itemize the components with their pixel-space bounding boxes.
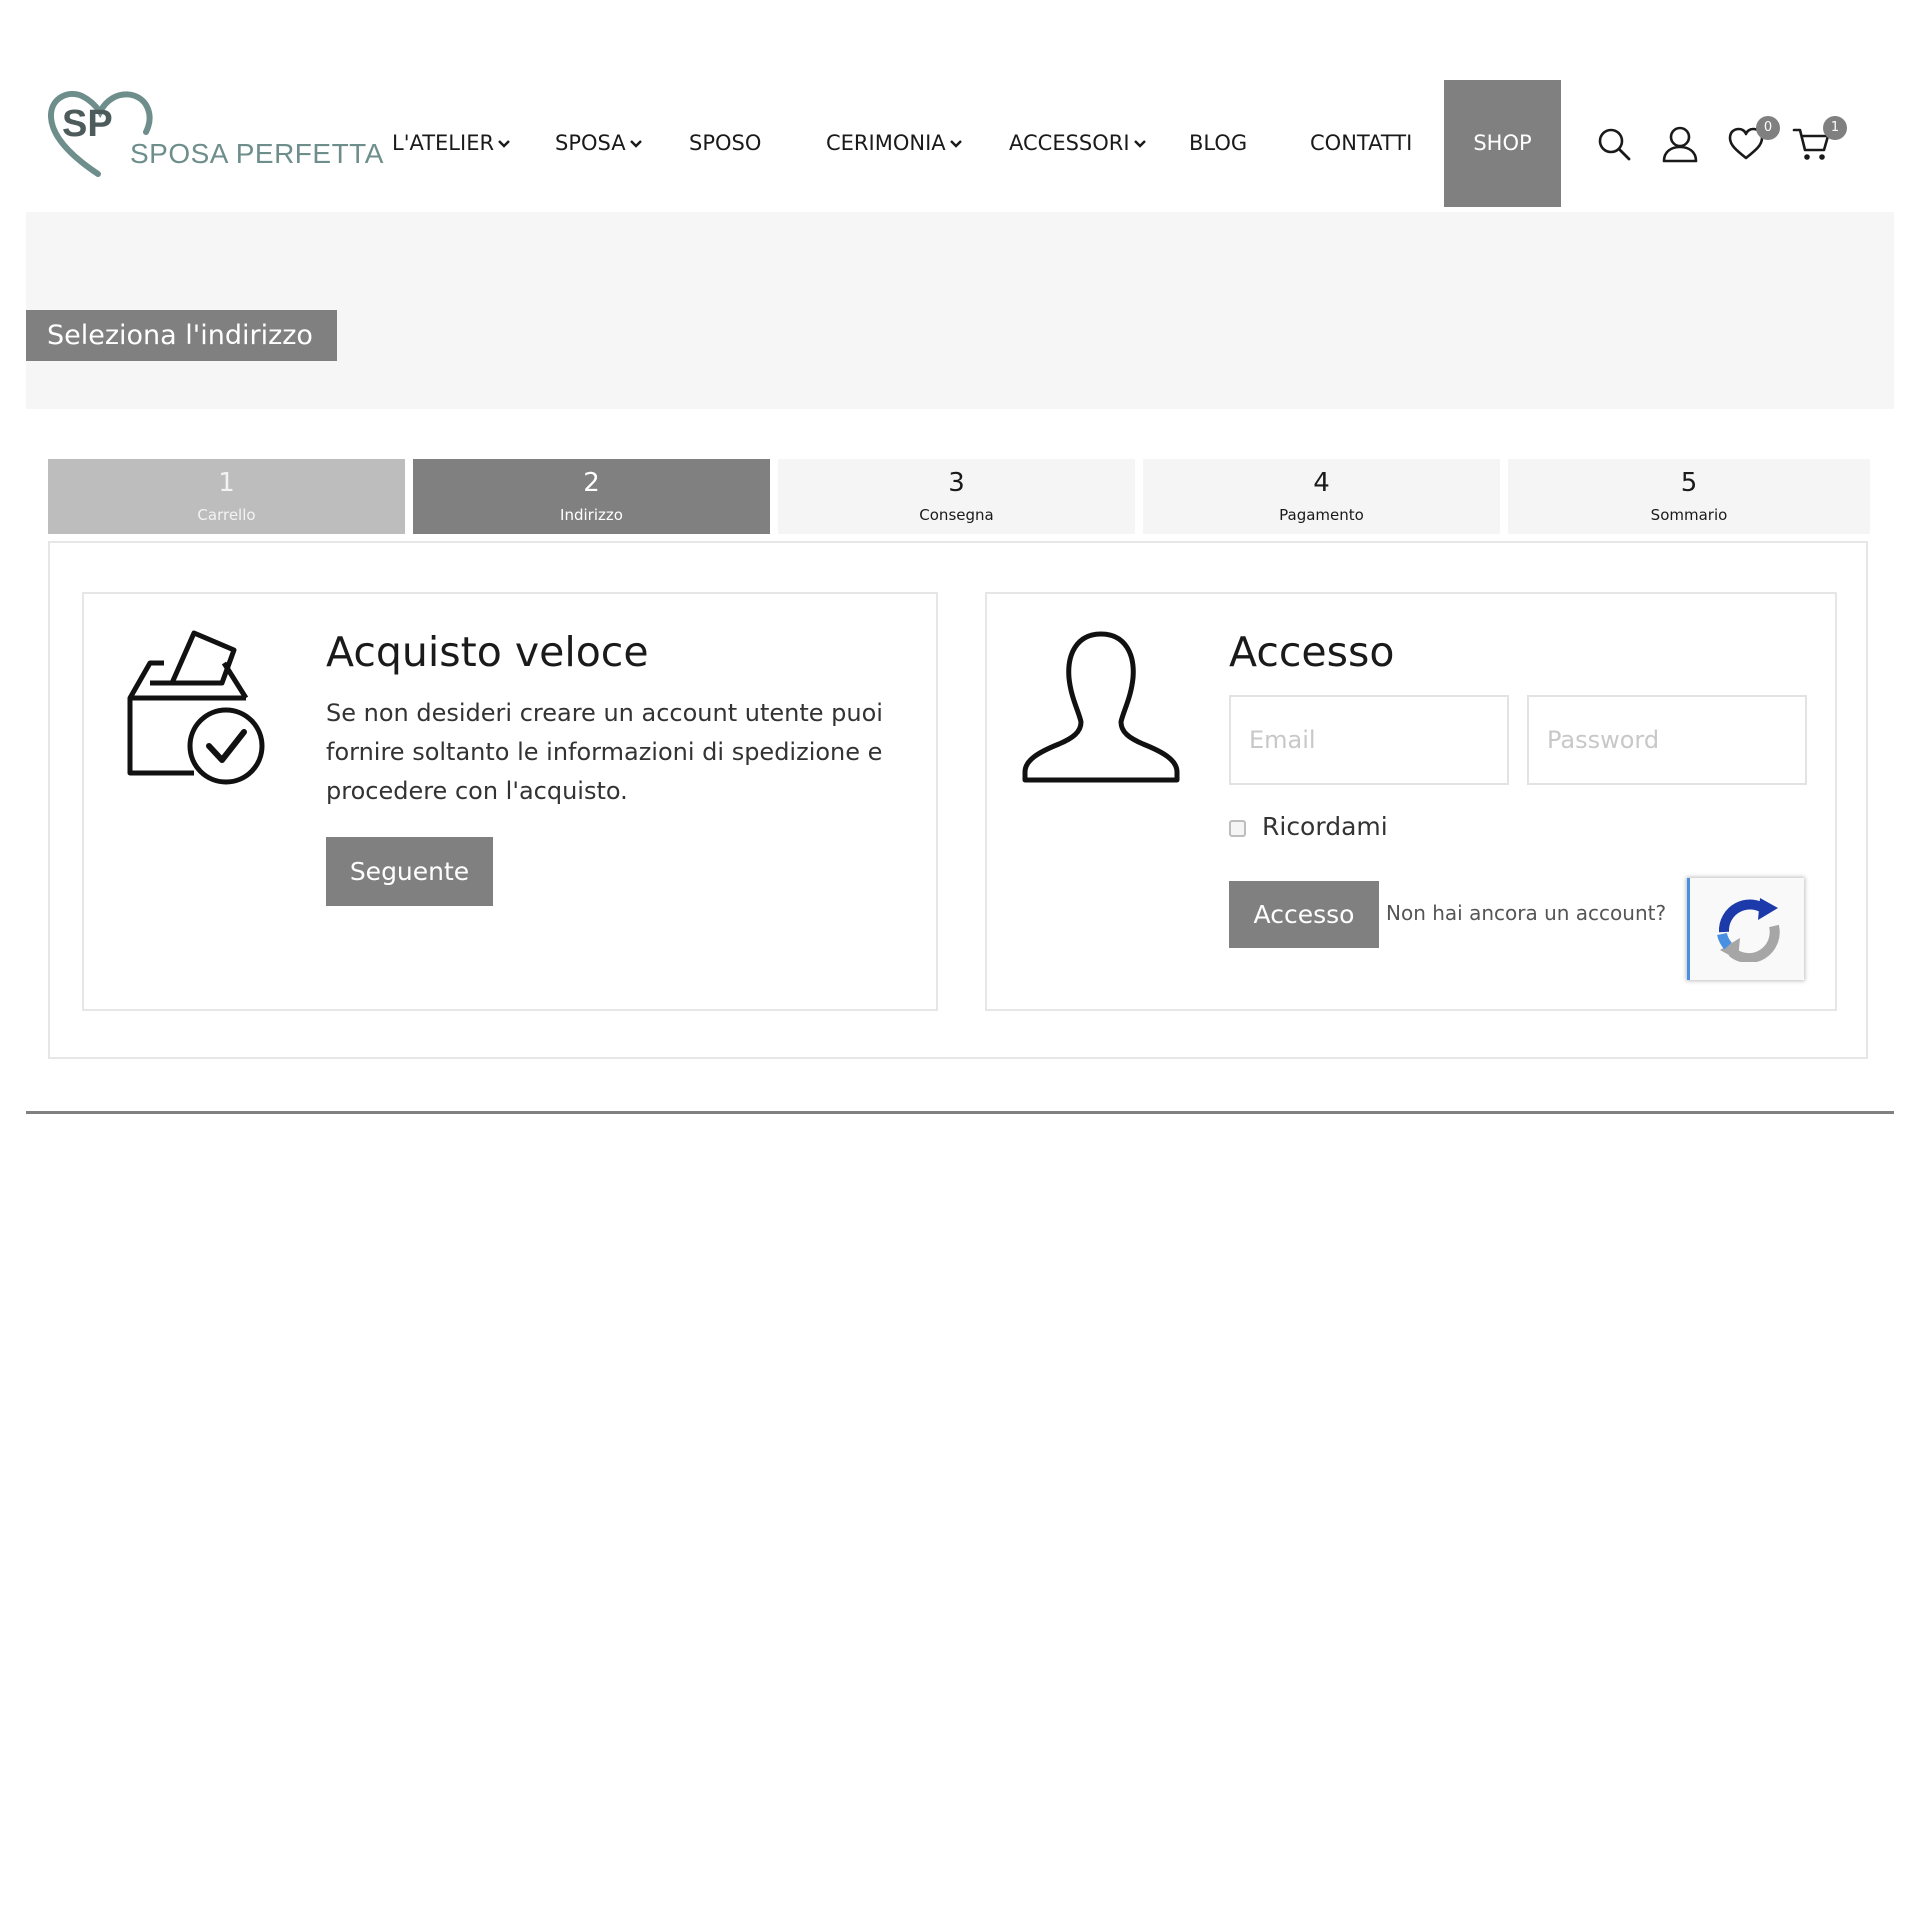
signup-link[interactable]: Non hai ancora un account? bbox=[1386, 901, 1666, 925]
footer-divider bbox=[26, 1111, 1894, 1114]
nav-item-label: SHOP bbox=[1473, 131, 1532, 155]
step-pagamento: 4 Pagamento bbox=[1143, 459, 1500, 534]
nav-item-shop[interactable]: SHOP bbox=[1444, 80, 1561, 207]
site-logo[interactable]: SP SPOSA PERFETTA bbox=[48, 90, 383, 190]
search-icon bbox=[1598, 128, 1631, 161]
step-label: Consegna bbox=[919, 506, 994, 524]
login-button[interactable]: Accesso bbox=[1229, 881, 1379, 948]
step-label: Pagamento bbox=[1279, 506, 1364, 524]
step-number: 1 bbox=[218, 468, 235, 498]
checkout-steps: 1 Carrello 2 Indirizzo 3 Consegna 4 Paga… bbox=[48, 459, 1870, 534]
recaptcha-icon bbox=[1717, 898, 1780, 962]
step-sommario: 5 Sommario bbox=[1508, 459, 1870, 534]
remember-label[interactable]: Ricordami bbox=[1262, 812, 1388, 841]
step-label: Sommario bbox=[1650, 506, 1728, 524]
wishlist-count-badge: 0 bbox=[1756, 116, 1780, 140]
login-card: Accesso Ricordami Accesso Non hai ancora… bbox=[985, 592, 1837, 1011]
nav-item-sposa[interactable]: SPOSA bbox=[555, 80, 643, 207]
quick-buy-description: Se non desideri creare un account utente… bbox=[326, 699, 883, 805]
quick-buy-card: Acquisto veloce Se non desideri creare u… bbox=[82, 592, 938, 1011]
search-button[interactable] bbox=[1594, 124, 1634, 164]
quick-buy-title: Acquisto veloce bbox=[326, 628, 649, 676]
page-title: Seleziona l'indirizzo bbox=[26, 310, 337, 361]
user-icon bbox=[1662, 126, 1698, 163]
step-indirizzo: 2 Indirizzo bbox=[413, 459, 770, 534]
chevron-down-icon bbox=[949, 140, 962, 148]
nav-item-sposo[interactable]: SPOSO bbox=[689, 80, 761, 207]
step-number: 3 bbox=[948, 468, 965, 498]
step-carrello[interactable]: 1 Carrello bbox=[48, 459, 405, 534]
chevron-down-icon bbox=[1133, 140, 1146, 148]
logo-text: SPOSA PERFETTA bbox=[130, 138, 384, 169]
person-silhouette-icon bbox=[1022, 631, 1180, 783]
step-number: 5 bbox=[1680, 468, 1698, 498]
cart-button[interactable]: 1 bbox=[1792, 116, 1847, 164]
seguente-button[interactable]: Seguente bbox=[326, 837, 493, 906]
email-field[interactable] bbox=[1229, 695, 1509, 785]
nav-item-label: L'ATELIER bbox=[392, 131, 495, 155]
nav-item-cerimonia[interactable]: CERIMONIA bbox=[826, 80, 963, 207]
ballot-box-check-icon bbox=[127, 630, 265, 785]
nav-item-label: SPOSO bbox=[689, 131, 762, 155]
svg-text:SP: SP bbox=[62, 103, 113, 145]
nav-item-label: BLOG bbox=[1189, 131, 1248, 155]
nav-item-label: SPOSA bbox=[555, 131, 626, 155]
nav-item-label: ACCESSORI bbox=[1009, 131, 1130, 155]
site-header: SP SPOSA PERFETTA L'ATELIER SPOSA SPOSO … bbox=[0, 0, 1919, 210]
step-number: 2 bbox=[583, 468, 600, 498]
step-consegna: 3 Consegna bbox=[778, 459, 1135, 534]
step-label: Indirizzo bbox=[560, 506, 623, 524]
nav-item-atelier[interactable]: L'ATELIER bbox=[392, 80, 511, 207]
password-field[interactable] bbox=[1527, 695, 1807, 785]
cart-count-badge: 1 bbox=[1823, 116, 1847, 140]
chevron-down-icon bbox=[498, 140, 510, 148]
nav-item-contatti[interactable]: CONTATTI bbox=[1310, 80, 1412, 207]
wishlist-button[interactable]: 0 bbox=[1726, 116, 1780, 164]
chevron-down-icon bbox=[629, 140, 642, 148]
step-number: 4 bbox=[1313, 468, 1330, 498]
nav-item-accessori[interactable]: ACCESSORI bbox=[1009, 80, 1147, 207]
remember-checkbox[interactable] bbox=[1229, 820, 1246, 837]
recaptcha-widget[interactable] bbox=[1687, 878, 1804, 980]
account-button[interactable] bbox=[1660, 124, 1700, 164]
nav-item-label: CONTATTI bbox=[1310, 131, 1413, 155]
step-label: Carrello bbox=[197, 506, 256, 524]
nav-item-label: CERIMONIA bbox=[826, 131, 946, 155]
login-title: Accesso bbox=[1229, 628, 1395, 676]
nav-item-blog[interactable]: BLOG bbox=[1189, 80, 1247, 207]
